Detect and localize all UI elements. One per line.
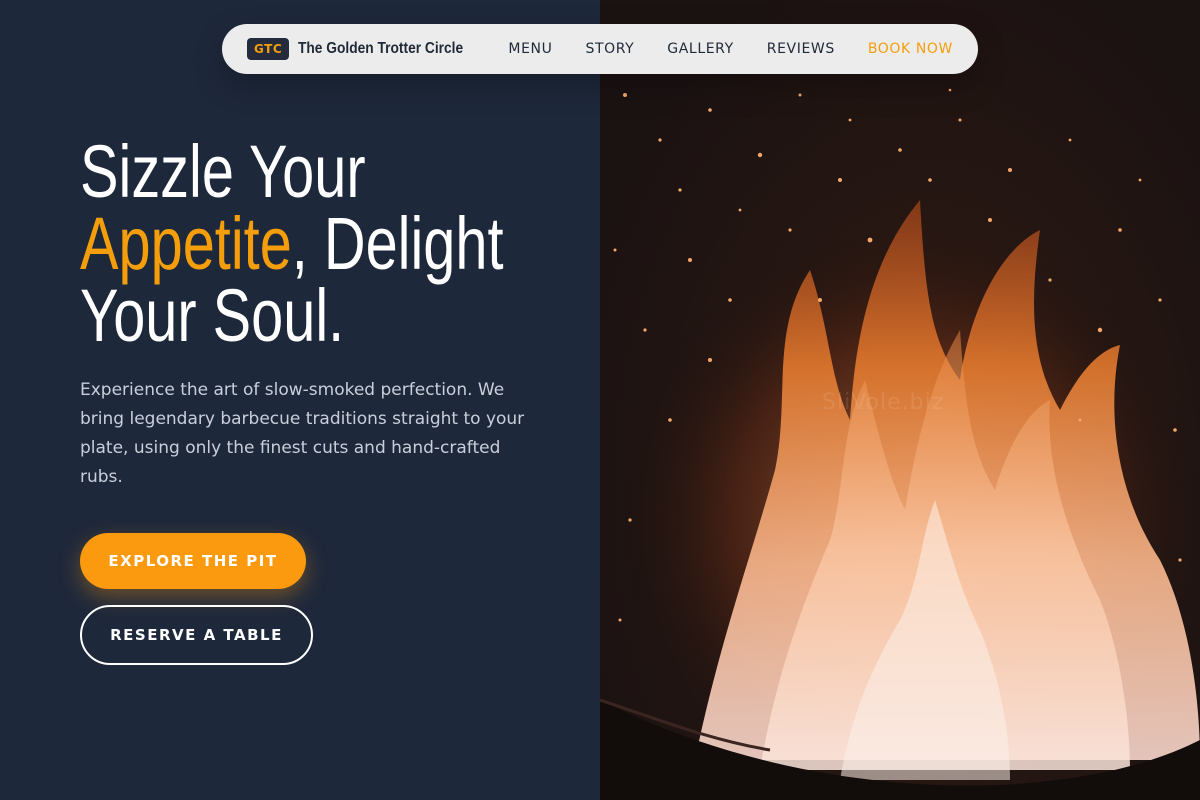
hero-title: Sizzle Your Appetite, Delight Your Soul. xyxy=(80,135,504,353)
hero-image-panel: SliVole.biz xyxy=(600,0,1200,800)
brand-name[interactable]: The Golden Trotter Circle xyxy=(298,40,463,58)
nav-link-menu[interactable]: MENU xyxy=(508,41,552,57)
logo-badge[interactable]: GTC xyxy=(247,38,290,60)
nav-link-gallery[interactable]: GALLERY xyxy=(667,41,733,57)
hero-title-line3: Your Soul. xyxy=(80,274,345,357)
reserve-a-table-button[interactable]: RESERVE A TABLE xyxy=(80,605,313,665)
nav-link-story[interactable]: STORY xyxy=(585,41,634,57)
image-watermark: SliVole.biz xyxy=(822,390,945,415)
book-now-link[interactable]: BOOK NOW xyxy=(868,41,953,57)
hero-title-line1: Sizzle Your xyxy=(80,130,366,213)
hero-title-accent: Appetite xyxy=(80,202,292,285)
nav-link-reviews[interactable]: REVIEWS xyxy=(767,41,835,57)
explore-the-pit-button[interactable]: EXPLORE THE PIT xyxy=(80,533,306,589)
top-navbar: GTC The Golden Trotter Circle MENU STORY… xyxy=(222,24,978,74)
nav-links: MENU STORY GALLERY REVIEWS BOOK NOW xyxy=(508,41,953,57)
hero-description: Experience the art of slow-smoked perfec… xyxy=(80,380,525,487)
hero-title-line2-rest: , Delight xyxy=(291,202,504,285)
